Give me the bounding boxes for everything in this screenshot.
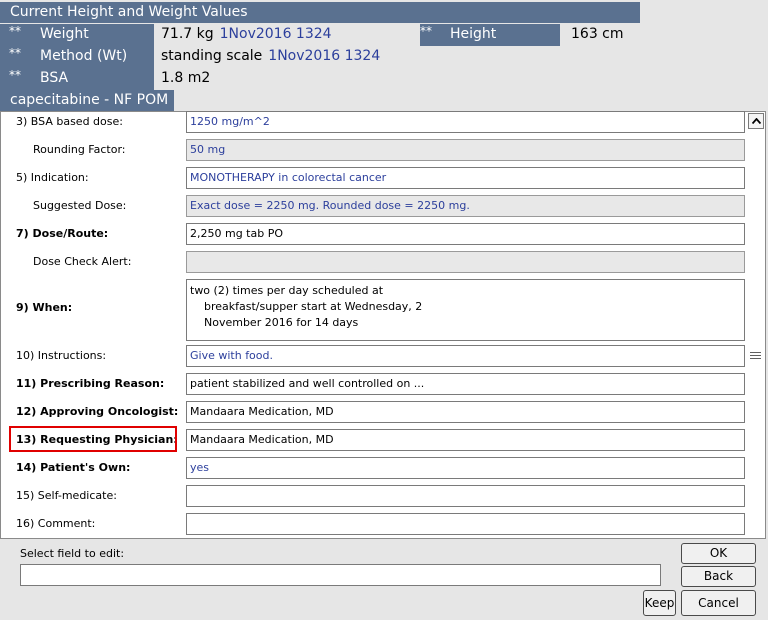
field-value-when[interactable]: two (2) times per day scheduled at break… xyxy=(186,279,745,341)
field-label-dose-check-alert: Dose Check Alert: xyxy=(33,255,132,268)
method-stars: ** xyxy=(9,46,21,60)
field-row-prescribing-reason[interactable]: 11) Prescribing Reason: patient stabiliz… xyxy=(1,371,746,397)
weight-row: ** Weight 71.7 kg 1Nov2016 1324 ** Height… xyxy=(0,24,640,46)
field-label-prescribing-reason: 11) Prescribing Reason: xyxy=(16,377,165,390)
height-stars: ** xyxy=(420,24,432,38)
field-value-bsa-dose[interactable]: 1250 mg/m^2 xyxy=(186,111,745,133)
field-label-approving-oncologist: 12) Approving Oncologist: xyxy=(16,405,179,418)
ok-button[interactable]: OK xyxy=(681,543,756,564)
order-form-panel: 3) BSA based dose: 1250 mg/m^2 Rounding … xyxy=(0,111,766,539)
field-row-bsa-dose[interactable]: 3) BSA based dose: 1250 mg/m^2 xyxy=(1,109,746,135)
height-label: Height xyxy=(450,26,497,42)
field-value-patients-own[interactable]: yes xyxy=(186,457,745,479)
select-field-label: Select field to edit: xyxy=(20,547,125,560)
when-line-1: two (2) times per day scheduled at xyxy=(190,284,384,297)
field-row-rounding-factor[interactable]: Rounding Factor: 50 mg xyxy=(1,137,746,163)
method-label-cell: ** Method (Wt) xyxy=(0,46,154,68)
field-label-bsa-dose: 3) BSA based dose: xyxy=(16,115,123,128)
weight-date: 1Nov2016 1324 xyxy=(219,26,332,42)
field-value-instructions[interactable]: Give with food. xyxy=(186,345,745,367)
weight-value-cell: 71.7 kg 1Nov2016 1324 xyxy=(161,24,332,45)
field-label-suggested-dose: Suggested Dose: xyxy=(33,199,127,212)
method-label: Method (Wt) xyxy=(40,48,128,64)
field-value-approving-oncologist[interactable]: Mandaara Medication, MD xyxy=(186,401,745,423)
field-row-instructions[interactable]: 10) Instructions: Give with food. xyxy=(1,343,746,369)
field-row-indication[interactable]: 5) Indication: MONOTHERAPY in colorectal… xyxy=(1,165,746,191)
method-value-cell: standing scale 1Nov2016 1324 xyxy=(161,46,380,67)
field-row-comment[interactable]: 16) Comment: xyxy=(1,511,746,537)
field-label-comment: 16) Comment: xyxy=(16,517,96,530)
bsa-label-cell: ** BSA xyxy=(0,68,154,90)
method-date: 1Nov2016 1324 xyxy=(268,48,381,64)
bsa-value: 1.8 m2 xyxy=(161,70,211,86)
field-value-rounding-factor[interactable]: 50 mg xyxy=(186,139,745,161)
field-value-self-medicate[interactable] xyxy=(186,485,745,507)
weight-stars: ** xyxy=(9,24,21,38)
field-row-self-medicate[interactable]: 15) Self-medicate: xyxy=(1,483,746,509)
keep-button[interactable]: Keep xyxy=(643,590,676,616)
requesting-physician-highlight xyxy=(9,426,177,452)
back-button[interactable]: Back xyxy=(681,566,756,587)
field-value-prescribing-reason[interactable]: patient stabilized and well controlled o… xyxy=(186,373,745,395)
when-line-2: breakfast/supper start at Wednesday, 2 xyxy=(204,300,423,313)
field-row-suggested-dose[interactable]: Suggested Dose: Exact dose = 2250 mg. Ro… xyxy=(1,193,746,219)
field-label-indication: 5) Indication: xyxy=(16,171,89,184)
field-value-requesting-physician[interactable]: Mandaara Medication, MD xyxy=(186,429,745,451)
field-row-dose-route[interactable]: 7) Dose/Route: 2,250 mg tab PO xyxy=(1,221,746,247)
bsa-row: ** BSA 1.8 m2 xyxy=(0,68,640,90)
bsa-label: BSA xyxy=(40,70,69,86)
chevron-up-icon xyxy=(752,118,761,124)
current-values-header: Current Height and Weight Values xyxy=(0,2,640,23)
field-value-dose-check-alert[interactable] xyxy=(186,251,745,273)
method-value: standing scale xyxy=(161,48,263,64)
bsa-stars: ** xyxy=(9,68,21,82)
drug-title: capecitabine - NF POM xyxy=(0,90,174,111)
weight-label: Weight xyxy=(40,26,89,42)
field-label-patients-own: 14) Patient's Own: xyxy=(16,461,131,474)
field-label-rounding-factor: Rounding Factor: xyxy=(33,143,126,156)
field-row-dose-check-alert[interactable]: Dose Check Alert: xyxy=(1,249,746,275)
height-label-cell: ** Height xyxy=(420,24,560,46)
cancel-button[interactable]: Cancel xyxy=(681,590,756,616)
scroll-up-button[interactable] xyxy=(748,113,764,129)
field-row-patients-own[interactable]: 14) Patient's Own: yes xyxy=(1,455,746,481)
field-label-when: 9) When: xyxy=(16,301,73,314)
height-value: 163 cm xyxy=(571,26,624,42)
field-label-dose-route: 7) Dose/Route: xyxy=(16,227,109,240)
field-label-self-medicate: 15) Self-medicate: xyxy=(16,489,117,502)
form-scrollbar[interactable] xyxy=(747,112,765,538)
field-value-suggested-dose[interactable]: Exact dose = 2250 mg. Rounded dose = 225… xyxy=(186,195,745,217)
weight-label-cell: ** Weight xyxy=(0,24,154,46)
field-value-indication[interactable]: MONOTHERAPY in colorectal cancer xyxy=(186,167,745,189)
field-label-instructions: 10) Instructions: xyxy=(16,349,107,362)
method-row: ** Method (Wt) standing scale 1Nov2016 13… xyxy=(0,46,640,68)
field-row-when[interactable]: 9) When: two (2) times per day scheduled… xyxy=(1,277,746,341)
when-line-3: November 2016 for 14 days xyxy=(204,316,359,329)
select-field-input[interactable] xyxy=(20,564,661,586)
weight-value: 71.7 kg xyxy=(161,26,214,42)
scroll-grip-icon[interactable] xyxy=(750,352,761,361)
field-row-approving-oncologist[interactable]: 12) Approving Oncologist: Mandaara Medic… xyxy=(1,399,746,425)
field-value-dose-route[interactable]: 2,250 mg tab PO xyxy=(186,223,745,245)
field-value-comment[interactable] xyxy=(186,513,745,535)
